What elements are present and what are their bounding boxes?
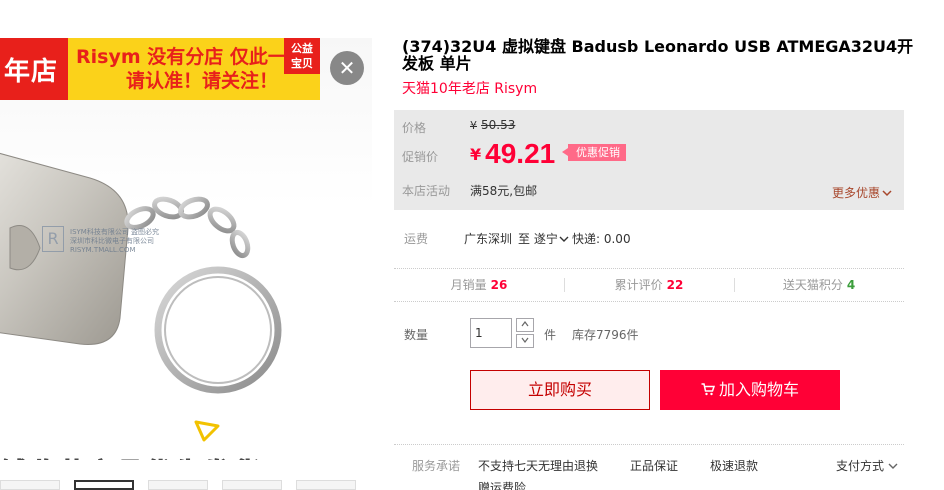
services-label: 服务承诺 (412, 459, 461, 473)
product-photo (0, 152, 282, 394)
total-reviews[interactable]: 累计评价 22 (564, 269, 734, 301)
thumbnail[interactable] (222, 480, 282, 490)
video-caption: 铺收藏商品优先发货 (0, 452, 261, 461)
charity-tag: 公益 宝贝 (284, 38, 320, 74)
payment-methods-label: 支付方式 (836, 459, 885, 473)
ship-to-text: 至 遂宁 (518, 232, 558, 246)
chevron-down-icon (559, 236, 569, 242)
action-buttons: 立即购买 加入购物车 (394, 370, 934, 410)
thumbnail[interactable] (296, 480, 356, 490)
product-gallery[interactable]: 年店 Risym 没有分店 仅此一 请认准！请关注！ 公益 宝贝 ✕ R ISY… (0, 38, 372, 460)
thumbnail-active[interactable] (74, 480, 134, 490)
thumbnail[interactable] (148, 480, 208, 490)
chevron-up-icon (521, 321, 529, 327)
quantity-input[interactable]: 1 (470, 318, 512, 348)
more-offers-label: 更多优惠 (831, 186, 880, 200)
chevron-down-icon (882, 190, 892, 197)
tmall-points: 送天猫积分 4 (734, 269, 904, 301)
quantity-increase-button[interactable] (516, 318, 534, 332)
payment-methods-dropdown[interactable]: 支付方式 (836, 457, 898, 474)
product-title: (374)32U4 虚拟键盘 Badusb Leonardo USB ATMEG… (402, 37, 914, 73)
close-icon[interactable]: ✕ (330, 51, 364, 85)
original-price: ¥50.53 (470, 118, 515, 132)
promo-price-label: 促销价 (402, 150, 439, 164)
sales-stats: 月销量 26 累计评价 22 送天猫积分 4 (394, 268, 904, 302)
watermark-line-2: 深圳市科比微电子有限公司 (70, 237, 154, 245)
watermark-line-1: ISYM科技有限公司 盗图必究 (70, 228, 160, 236)
thumbnail[interactable] (0, 480, 60, 490)
original-price-label: 价格 (402, 121, 427, 135)
service-item[interactable]: 不支持七天无理由退换 (478, 457, 598, 474)
tmall-points-value: 4 (846, 278, 856, 292)
monthly-sales-value: 26 (490, 278, 508, 292)
ship-to-selector[interactable]: 至 遂宁 (518, 230, 569, 247)
ship-from: 广东深圳 (464, 232, 513, 246)
stock-count: 库存7796件 (572, 328, 639, 342)
store-line[interactable]: 天猫10年老店 Risym (394, 78, 934, 98)
chevron-down-icon (521, 337, 529, 343)
product-info: (374)32U4 虚拟键盘 Badusb Leonardo USB ATMEG… (394, 37, 934, 490)
promo-banner: 年店 Risym 没有分店 仅此一 请认准！请关注！ (0, 38, 320, 100)
promo-badge: 优惠促销 (562, 144, 626, 161)
more-offers-link[interactable]: 更多优惠 (832, 184, 892, 201)
product-detail-page: 年店 Risym 没有分店 仅此一 请认准！请关注！ 公益 宝贝 ✕ R ISY… (0, 0, 944, 490)
play-icon[interactable] (194, 420, 220, 442)
quantity-label: 数量 (404, 328, 429, 342)
promo-price-currency: ¥ (470, 145, 482, 164)
quantity-unit: 件 (544, 328, 557, 342)
activity-label: 本店活动 (402, 184, 451, 198)
shipping-fee: 快递: 0.00 (572, 232, 631, 246)
monthly-sales-label: 月销量 (450, 278, 487, 292)
quantity-row: 数量 1 件 库存7796件 (394, 318, 934, 350)
add-to-cart-button[interactable]: 加入购物车 (660, 370, 840, 410)
promo-banner-text: Risym 没有分店 仅此一 请认准！请关注！ (68, 38, 320, 100)
service-item[interactable]: 极速退款 (710, 457, 758, 474)
shipping-label: 运费 (404, 232, 429, 246)
thumbnail-strip (0, 480, 372, 490)
total-reviews-label: 累计评价 (614, 278, 663, 292)
video-controls: 铺收藏商品优先发货 00:07 (0, 450, 372, 461)
monthly-sales: 月销量 26 (394, 269, 564, 301)
activity-text: 满58元,包邮 (470, 184, 538, 198)
watermark-logo: R (42, 226, 64, 252)
chevron-down-icon (888, 463, 898, 469)
add-to-cart-label: 加入购物车 (718, 380, 799, 399)
quantity-decrease-button[interactable] (516, 334, 534, 348)
promo-banner-left: 年店 (0, 38, 68, 100)
original-price-currency: ¥ (470, 119, 477, 132)
watermark-line-3: RISYM.TMALL.COM (70, 246, 136, 254)
watermark: R ISYM科技有限公司 盗图必究 深圳市科比微电子有限公司 RISYM.TMA… (42, 226, 194, 255)
tmall-points-label: 送天猫积分 (782, 278, 843, 292)
service-item[interactable]: 赠运费险 (478, 479, 526, 490)
service-promises: 服务承诺 不支持七天无理由退换 正品保证 极速退款 赠运费险 支付方式 (394, 444, 904, 490)
service-item[interactable]: 正品保证 (630, 457, 678, 474)
original-price-value: 50.53 (481, 118, 516, 132)
promo-price-value: 49.21 (485, 138, 556, 169)
buy-now-button[interactable]: 立即购买 (470, 370, 650, 410)
total-reviews-value: 22 (666, 278, 684, 292)
promo-price: ¥49.21 (470, 138, 555, 170)
price-box: 价格 ¥50.53 促销价 ¥49.21 优惠促销 本店活动 满58元,包邮 更… (394, 110, 904, 210)
shipping-row: 运费 广东深圳 至 遂宁 快递: 0.00 (394, 228, 934, 250)
cart-icon (701, 383, 715, 396)
